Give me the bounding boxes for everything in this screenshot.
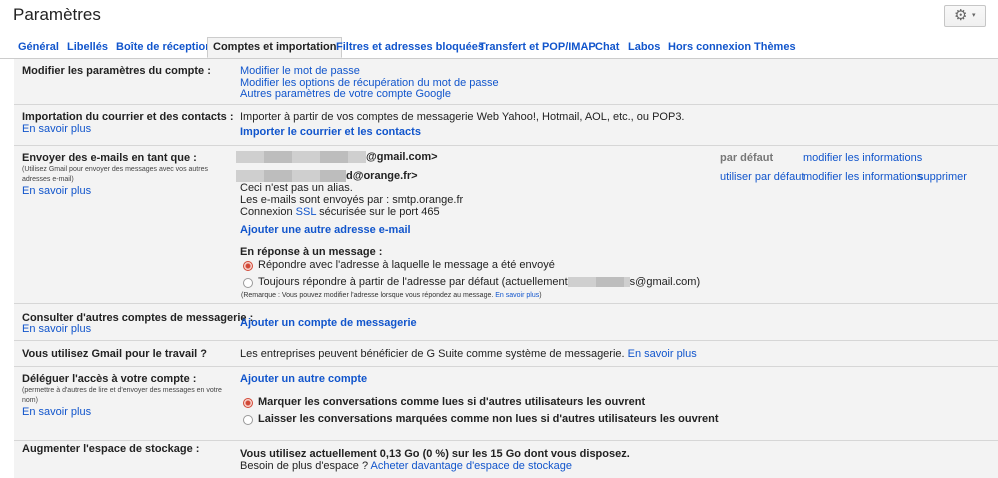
storage-label: Augmenter l'espace de stockage :	[22, 443, 200, 455]
tab-chat[interactable]: Chat	[590, 38, 624, 57]
not-alias-text: Ceci n'est pas un alias.	[240, 182, 353, 194]
page-title: Paramètres	[13, 5, 101, 24]
reply-heading: En réponse à un message :	[240, 246, 383, 258]
modify-info-link-2[interactable]: modifier les informations	[803, 171, 922, 183]
send-as-note: (Utilisez Gmail pour envoyer des message…	[22, 166, 208, 183]
buy-storage-link[interactable]: Acheter davantage d'espace de stockage	[371, 460, 572, 472]
import-mail-contacts-link[interactable]: Importer le courrier et les contacts	[240, 126, 421, 138]
settings-panel: Modifier les paramètres du compte : Modi…	[14, 59, 998, 478]
send-as-learn-more-link[interactable]: En savoir plus	[22, 185, 91, 197]
reply-default-address-radio[interactable]	[243, 278, 253, 288]
masked-email	[236, 151, 366, 164]
modify-info-link-1[interactable]: modifier les informations	[803, 152, 922, 164]
ssl-link[interactable]: SSL	[296, 206, 316, 218]
add-delegate-link[interactable]: Ajouter un autre compte	[240, 373, 367, 385]
top-bar: Paramètres ⚙ ▾	[0, 0, 998, 36]
tab-offline[interactable]: Hors connexion	[663, 38, 756, 57]
add-email-address-link[interactable]: Ajouter une autre adresse e-mail	[240, 224, 411, 236]
default-badge: par défaut	[720, 152, 774, 164]
send-as-address-1: @gmail.com>	[236, 151, 438, 164]
row-storage: Augmenter l'espace de stockage : Vous ut…	[14, 441, 998, 478]
check-mail-learn-more-link[interactable]: En savoir plus	[22, 323, 91, 335]
delete-address-link[interactable]: supprimer	[918, 171, 967, 183]
make-default-link[interactable]: utiliser par défaut	[720, 171, 804, 183]
delegation-note: (permettre à d'autres de lire et d'envoy…	[22, 387, 222, 404]
tab-accounts-import[interactable]: Comptes et importation	[207, 37, 343, 58]
import-learn-more-link[interactable]: En savoir plus	[22, 123, 91, 135]
row-import: Importation du courrier et des contacts …	[14, 105, 998, 146]
row-check-mail: Consulter d'autres comptes de messagerie…	[14, 304, 998, 341]
smtp-server-text: Les e-mails sont envoyés par : smtp.oran…	[240, 194, 464, 206]
tab-inbox[interactable]: Boîte de réception	[111, 38, 217, 57]
import-description: Importer à partir de vos comptes de mess…	[240, 111, 685, 123]
row-send-as: Envoyer des e-mails en tant que : (Utili…	[14, 146, 998, 304]
leave-unread-radio[interactable]	[243, 415, 253, 425]
import-label: Importation du courrier et des contacts …	[22, 111, 234, 123]
gsuite-text: Les entreprises peuvent bénéficier de G …	[240, 348, 697, 360]
leave-unread-label: Laisser les conversations marquées comme…	[258, 413, 719, 425]
chevron-down-icon: ▾	[972, 12, 976, 19]
delegation-label: Déléguer l'accès à votre compte :	[22, 373, 197, 385]
tab-labs[interactable]: Labos	[623, 38, 665, 57]
reply-default-address-label: Toujours répondre à partir de l'adresse …	[258, 276, 701, 288]
row-account-settings: Modifier les paramètres du compte : Modi…	[14, 59, 998, 105]
row-gsuite: Vous utilisez Gmail pour le travail ? Le…	[14, 341, 998, 367]
masked-email	[567, 277, 630, 288]
delegation-learn-more-link[interactable]: En savoir plus	[22, 406, 91, 418]
mark-read-radio[interactable]	[243, 398, 253, 408]
remark-learn-more-link[interactable]: En savoir plus	[495, 292, 539, 299]
tab-labels[interactable]: Libellés	[62, 38, 113, 57]
tab-general[interactable]: Général	[13, 38, 64, 57]
google-account-link[interactable]: Autres paramètres de votre compte Google	[240, 88, 451, 100]
reply-remark: (Remarque : Vous pouvez modifier l'adres…	[241, 292, 542, 299]
settings-menu-button[interactable]: ⚙ ▾	[944, 5, 986, 27]
tab-forwarding[interactable]: Transfert et POP/IMAP	[474, 38, 601, 57]
tab-filters[interactable]: Filtres et adresses bloquées	[331, 38, 489, 57]
account-settings-label: Modifier les paramètres du compte :	[22, 65, 211, 77]
masked-email	[236, 170, 346, 183]
gsuite-learn-more-link[interactable]: En savoir plus	[628, 348, 697, 360]
mark-read-label: Marquer les conversations comme lues si …	[258, 396, 646, 408]
reply-same-address-radio[interactable]	[243, 261, 253, 271]
gear-icon: ⚙	[954, 7, 968, 24]
storage-usage: Vous utilisez actuellement 0,13 Go (0 %)…	[240, 448, 630, 460]
row-delegation: Déléguer l'accès à votre compte : (perme…	[14, 367, 998, 441]
storage-need-more: Besoin de plus d'espace ? Acheter davant…	[240, 460, 573, 472]
connection-text: Connexion SSL sécurisée sur le port 465	[240, 206, 440, 218]
settings-tabs: Général Libellés Boîte de réception Comp…	[0, 37, 998, 59]
reply-same-address-label: Répondre avec l'adresse à laquelle le me…	[258, 259, 555, 271]
tab-themes[interactable]: Thèmes	[749, 38, 801, 57]
send-as-address-2: d@orange.fr>	[236, 170, 418, 183]
change-password-link[interactable]: Modifier le mot de passe	[240, 65, 360, 77]
send-as-label: Envoyer des e-mails en tant que :	[22, 152, 197, 164]
add-mail-account-link[interactable]: Ajouter un compte de messagerie	[240, 317, 417, 329]
gsuite-label: Vous utilisez Gmail pour le travail ?	[22, 348, 208, 360]
